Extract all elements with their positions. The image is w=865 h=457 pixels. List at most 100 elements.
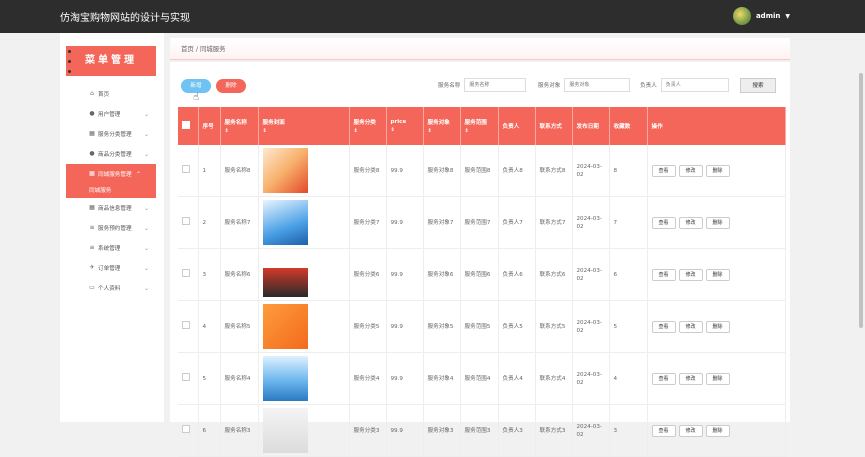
content-panel: 新增 删除 ☝ 服务名称 服务对象 负责人 搜索 序号 服务名称 ⇕ 服务封面 (170, 62, 790, 457)
service-target-input[interactable] (564, 78, 631, 92)
sidebar-item[interactable]: ● 商品分类管理 ⌄ (60, 144, 164, 164)
chevron-down-icon: ⌄ (143, 264, 149, 272)
delete-row-button[interactable]: 删除 (705, 216, 730, 229)
cell-name: 服务名称3 (220, 404, 259, 457)
sort-icon[interactable]: ⇕ (263, 128, 345, 134)
row-checkbox[interactable] (182, 165, 190, 173)
scrollbar[interactable] (857, 33, 865, 422)
filter-service-name: 服务名称 (438, 78, 527, 92)
sidebar-item[interactable]: ▦ 商品信息管理 ⌄ (60, 198, 164, 218)
edit-row-button[interactable]: 修改 (678, 216, 703, 229)
sidebar-item[interactable]: ▦ 服务分类管理 ⌄ (60, 124, 164, 144)
sidebar-item[interactable]: ⌂ 首页 (60, 84, 164, 104)
hand-cursor-icon: ☝ (193, 92, 200, 103)
view-row-button[interactable]: 查看 (651, 424, 676, 437)
row-checkbox[interactable] (182, 321, 190, 329)
row-select-cell (178, 300, 199, 353)
actions-cell: 查看 修改 删除 (647, 300, 786, 353)
cell-owner: 负责人5 (498, 300, 536, 353)
cell-scope: 服务范围5 (460, 300, 499, 353)
view-row-button[interactable]: 查看 (651, 216, 676, 229)
sidebar-item[interactable]: ● 用户管理 ⌄ (60, 104, 164, 124)
select-all-header[interactable] (178, 107, 199, 145)
cell-contact: 联系方式4 (535, 352, 573, 405)
row-checkbox[interactable] (182, 217, 190, 225)
main-area: 首页 / 同城服务 新增 删除 ☝ 服务名称 服务对象 负责人 搜索 (170, 38, 790, 457)
sidebar-item[interactable]: ✈ 订单管理 ⌄ (60, 258, 164, 278)
column-header[interactable]: 服务封面 ⇕ (258, 107, 350, 145)
sort-icon[interactable]: ⇕ (225, 128, 254, 134)
column-header[interactable]: 服务对象 ⇕ (423, 107, 461, 145)
column-header[interactable]: 服务范围 ⇕ (460, 107, 499, 145)
sort-icon[interactable]: ⇕ (465, 128, 494, 134)
sidebar-item-label: 首页 (98, 92, 110, 98)
service-cover-image (262, 408, 308, 453)
grid-icon: ▦ (89, 204, 95, 211)
view-row-button[interactable]: 查看 (651, 268, 676, 281)
sort-icon[interactable]: ⇕ (428, 128, 456, 134)
delete-row-button[interactable]: 删除 (705, 424, 730, 437)
actions-cell: 查看 修改 删除 (647, 352, 786, 405)
sidebar-item[interactable]: ▭ 个人资料 ⌄ (60, 278, 164, 298)
sidebar-item[interactable]: ≡ 系统管理 ⌄ (60, 238, 164, 258)
actions-cell: 查看 修改 删除 (647, 248, 786, 301)
cell-favorites: 6 (609, 248, 648, 301)
service-name-input[interactable] (464, 78, 527, 92)
edit-row-button[interactable]: 修改 (678, 320, 703, 333)
view-row-button[interactable]: 查看 (651, 164, 676, 177)
sort-icon[interactable]: ⇕ (354, 128, 382, 134)
breadcrumb[interactable]: 首页 / 同城服务 (170, 38, 790, 60)
chevron-down-icon: ⌄ (143, 130, 149, 138)
row-checkbox[interactable] (182, 269, 190, 277)
edit-row-button[interactable]: 修改 (678, 424, 703, 437)
app-title: 仿淘宝购物网站的设计与实现 (60, 13, 190, 24)
add-button[interactable]: 新增 (181, 79, 211, 93)
sort-icon[interactable]: ⇕ (391, 127, 419, 133)
column-header-label: 服务名称 (224, 120, 247, 126)
card-icon: ▭ (89, 284, 95, 291)
cell-scope: 服务范围7 (460, 196, 499, 249)
delete-row-button[interactable]: 删除 (705, 320, 730, 333)
actions-cell: 查看 修改 删除 (647, 196, 786, 249)
cell-target: 服务对象5 (423, 300, 461, 353)
edit-row-button[interactable]: 修改 (678, 268, 703, 281)
chevron-down-icon: ⌄ (143, 150, 149, 158)
cell-date: 2024-03-02 (572, 352, 610, 405)
avatar[interactable] (732, 7, 751, 25)
sidebar-item[interactable]: ▦ 同城服务管理 ⌃ (66, 164, 156, 184)
grid-icon: ▦ (89, 170, 95, 177)
owner-input[interactable] (660, 78, 729, 92)
view-row-button[interactable]: 查看 (651, 372, 676, 385)
column-header-label: 负责人 (502, 124, 520, 130)
column-header[interactable]: 服务名称 ⇕ (220, 107, 259, 145)
caret-down-icon[interactable]: ▼ (785, 13, 790, 20)
table-row: 6 服务名称3 服务分类3 99.9 服务对象3 服务范围3 负责人3 联系方式3 2024-0… (178, 404, 786, 457)
search-button[interactable]: 搜索 (740, 78, 776, 93)
column-header[interactable]: 服务分类 ⇕ (349, 107, 387, 145)
sidebar-subitem[interactable]: 同城服务 (66, 184, 156, 198)
select-all-checkbox[interactable] (182, 121, 190, 129)
cell-index: 5 (198, 352, 221, 405)
column-header[interactable]: price ⇕ (386, 107, 424, 145)
username[interactable]: admin (756, 12, 780, 20)
cell-name: 服务名称5 (220, 300, 259, 353)
delete-button[interactable]: 删除 (216, 79, 246, 93)
user-menu[interactable]: admin ▼ (732, 7, 790, 25)
view-row-button[interactable]: 查看 (651, 320, 676, 333)
sidebar-item[interactable]: ≡ 服务预约管理 ⌄ (60, 218, 164, 238)
cell-target: 服务对象7 (423, 196, 461, 249)
scrollbar-thumb[interactable] (859, 73, 863, 328)
cell-category: 服务分类7 (349, 196, 387, 249)
delete-row-button[interactable]: 删除 (705, 164, 730, 177)
delete-row-button[interactable]: 删除 (705, 268, 730, 281)
column-header-label: 收藏数 (613, 124, 631, 130)
cell-contact: 联系方式7 (535, 196, 573, 249)
cell-target: 服务对象4 (423, 352, 461, 405)
edit-row-button[interactable]: 修改 (678, 372, 703, 385)
row-checkbox[interactable] (182, 373, 190, 381)
delete-row-button[interactable]: 删除 (705, 372, 730, 385)
row-checkbox[interactable] (182, 425, 190, 433)
cell-name: 服务名称4 (220, 352, 259, 405)
cover-cell (258, 300, 350, 353)
edit-row-button[interactable]: 修改 (678, 164, 703, 177)
